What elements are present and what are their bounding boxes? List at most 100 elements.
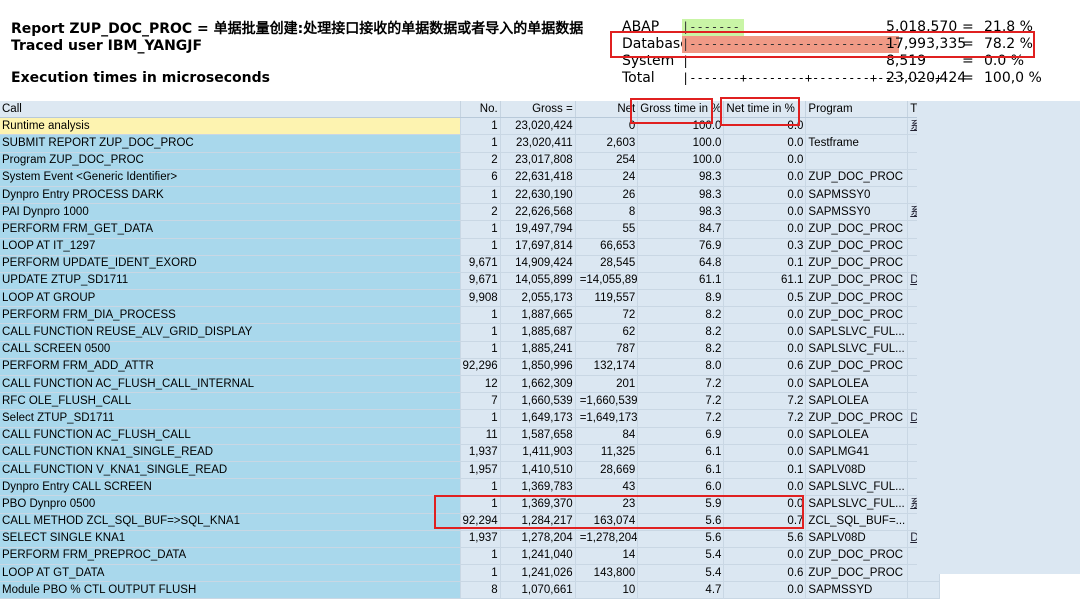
cell-net: = 1,660,539 bbox=[575, 392, 639, 411]
table-row[interactable]: UPDATE ZTUP_SD1711 9,671 14,055,899 = 14,055… bbox=[0, 272, 940, 291]
table-row[interactable]: LOOP AT IT_1297 1 17,697,814 66,653 76.9 0.3 Z… bbox=[0, 238, 940, 256]
net-value: 787 bbox=[616, 343, 636, 356]
cell-net: 0 bbox=[575, 117, 639, 136]
cell-net-pct: 7.2 bbox=[723, 409, 807, 428]
cell-gross-pct: 5.4 bbox=[637, 547, 725, 566]
net-value: 28,669 bbox=[600, 463, 636, 476]
cell-call: CALL FUNCTION AC_FLUSH_CALL bbox=[0, 427, 461, 445]
cell-call: PERFORM FRM_GET_DATA bbox=[0, 220, 461, 239]
cell-gross-pct: 100.0 bbox=[637, 134, 725, 153]
cell-program bbox=[805, 152, 909, 170]
cell-no: 1 bbox=[460, 306, 501, 325]
table-row[interactable]: PERFORM UPDATE_IDENT_EXORD 9,671 14,909,42… bbox=[0, 255, 940, 273]
cell-call: Program ZUP_DOC_PROC bbox=[0, 152, 461, 170]
cell-net-pct: 0.6 bbox=[723, 358, 807, 377]
cell-no: 8 bbox=[460, 581, 501, 599]
table-row[interactable]: CALL FUNCTION REUSE_ALV_GRID_DISPLAY 1 1,8… bbox=[0, 323, 940, 342]
cell-gross: 1,887,665 bbox=[500, 306, 576, 325]
cell-program: ZUP_DOC_PROC bbox=[805, 358, 909, 377]
cell-type bbox=[907, 581, 940, 599]
table-row[interactable]: CALL FUNCTION V_KNA1_SINGLE_READ 1,957 1,4… bbox=[0, 461, 940, 480]
column-header-gross[interactable]: Gross = bbox=[500, 101, 576, 119]
cell-no: 11 bbox=[460, 427, 501, 445]
column-header-program[interactable]: Program bbox=[805, 101, 909, 119]
cell-net: 8 bbox=[575, 203, 639, 222]
table-row[interactable]: LOOP AT GROUP 9,908 2,055,173 119,557 8.9 0.5… bbox=[0, 289, 940, 308]
table-row[interactable]: PAI Dynpro 1000 2 22,626,568 8 98.3 0.0 SAPMSS… bbox=[0, 203, 940, 222]
column-header-net-pct[interactable]: Net time in % bbox=[723, 101, 807, 119]
table-row[interactable]: System Event <Generic Identifier> 6 22,631… bbox=[0, 169, 940, 187]
cell-no: 1 bbox=[460, 409, 501, 428]
column-header-net[interactable]: Net bbox=[575, 101, 639, 119]
net-value: 10 bbox=[622, 583, 636, 596]
cell-gross: 17,697,814 bbox=[500, 238, 576, 256]
stat-value: 5,018,570 bbox=[886, 19, 958, 35]
table-row[interactable]: PERFORM FRM_GET_DATA 1 19,497,794 55 84.7 0.0… bbox=[0, 220, 940, 239]
execution-times-label: Execution times in microseconds bbox=[11, 70, 270, 86]
column-header-call[interactable]: Call bbox=[0, 101, 461, 119]
net-value: 201 bbox=[616, 377, 636, 390]
table-row[interactable]: SUBMIT REPORT ZUP_DOC_PROC 1 23,020,411 2,6… bbox=[0, 134, 940, 153]
cell-net: 55 bbox=[575, 220, 639, 239]
cell-gross-pct: 8.2 bbox=[637, 306, 725, 325]
cell-net-pct: 0.0 bbox=[723, 169, 807, 187]
cell-program: SAPLOLEA bbox=[805, 392, 909, 411]
cell-gross: 1,850,996 bbox=[500, 358, 576, 377]
cell-gross: 1,369,370 bbox=[500, 495, 576, 514]
cell-net: 72 bbox=[575, 306, 639, 325]
table-row[interactable]: Module PBO % CTL OUTPUT FLUSH 8 1,070,661 1… bbox=[0, 581, 940, 599]
table-row[interactable]: LOOP AT GT_DATA 1 1,241,026 143,800 5.4 0.6 ZU… bbox=[0, 564, 940, 583]
hit-list-table: Call No. Gross = Net Gross time in % Net… bbox=[0, 101, 940, 599]
column-header-gross-pct[interactable]: Gross time in % bbox=[637, 101, 725, 119]
table-row[interactable]: Dynpro Entry PROCESS DARK 1 22,630,190 26 98… bbox=[0, 186, 940, 205]
cell-net: 23 bbox=[575, 495, 639, 514]
net-value: 143,800 bbox=[593, 566, 636, 579]
table-row[interactable]: CALL SCREEN 0500 1 1,885,241 787 8.2 0.0 SAPLS… bbox=[0, 341, 940, 359]
table-row[interactable]: PERFORM FRM_DIA_PROCESS 1 1,887,665 72 8.2 0.… bbox=[0, 306, 940, 325]
stat-eq: = bbox=[962, 53, 974, 69]
cell-net-pct: 0.0 bbox=[723, 341, 807, 359]
table-row[interactable]: CALL FUNCTION AC_FLUSH_CALL 11 1,587,658 84… bbox=[0, 427, 940, 445]
cell-program: ZUP_DOC_PROC bbox=[805, 220, 909, 239]
net-value: 1,649,173 bbox=[586, 411, 638, 424]
table-row[interactable]: PBO Dynpro 0500 1 1,369,370 23 5.9 0.0 SAPLSLV… bbox=[0, 495, 940, 514]
cell-call: PERFORM FRM_DIA_PROCESS bbox=[0, 306, 461, 325]
table-row[interactable]: Runtime analysis123,020,4240100.00.0系统 bbox=[0, 117, 940, 136]
cell-net-pct: 0.7 bbox=[723, 513, 807, 531]
cell-gross-pct: 5.9 bbox=[637, 495, 725, 514]
cell-net: 66,653 bbox=[575, 238, 639, 256]
table-row[interactable]: Select ZTUP_SD1711 1 1,649,173 = 1,649,173 7.… bbox=[0, 409, 940, 428]
table-row[interactable]: PERFORM FRM_PREPROC_DATA 1 1,241,040 14 5.4 0… bbox=[0, 547, 940, 566]
cell-net-pct: 0.0 bbox=[723, 547, 807, 566]
table-row[interactable]: PERFORM FRM_ADD_ATTR 92,296 1,850,996 132,1… bbox=[0, 358, 940, 377]
cell-program: SAPLV08D bbox=[805, 530, 909, 548]
table-row[interactable]: CALL METHOD ZCL_SQL_BUF=>SQL_KNA1 92,294 1… bbox=[0, 513, 940, 531]
cell-gross-pct: 7.2 bbox=[637, 375, 725, 394]
table-row[interactable]: Dynpro Entry CALL SCREEN 1 1,369,783 43 6.0 0… bbox=[0, 478, 940, 497]
cell-net: 254 bbox=[575, 152, 639, 170]
net-value: 8 bbox=[628, 205, 636, 218]
column-header-no[interactable]: No. bbox=[460, 101, 501, 119]
cell-program: SAPLV08D bbox=[805, 461, 909, 480]
cell-net-pct: 61.1 bbox=[723, 272, 807, 291]
cell-call: CALL FUNCTION AC_FLUSH_CALL_INTERNAL bbox=[0, 375, 461, 394]
cell-gross: 1,070,661 bbox=[500, 581, 576, 599]
cell-gross: 1,660,539 bbox=[500, 392, 576, 411]
table-row[interactable]: RFC OLE_FLUSH_CALL 7 1,660,539 = 1,660,539 7.… bbox=[0, 392, 940, 411]
cell-net: 62 bbox=[575, 323, 639, 342]
cell-gross: 1,284,217 bbox=[500, 513, 576, 531]
cell-program: SAPLOLEA bbox=[805, 427, 909, 445]
table-row[interactable]: Program ZUP_DOC_PROC 2 23,017,808 254 100.0 0… bbox=[0, 152, 940, 170]
cell-program: ZUP_DOC_PROC bbox=[805, 547, 909, 566]
cell-program: ZUP_DOC_PROC bbox=[805, 255, 909, 273]
cell-program: SAPLMG41 bbox=[805, 444, 909, 462]
cell-no: 1 bbox=[460, 186, 501, 205]
cell-no: 1 bbox=[460, 478, 501, 497]
table-row[interactable]: SELECT SINGLE KNA1 1,937 1,278,204 = 1,278,2… bbox=[0, 530, 940, 548]
cell-net: = 1,278,204 bbox=[575, 530, 639, 548]
cell-gross-pct: 7.2 bbox=[637, 392, 725, 411]
table-row[interactable]: CALL FUNCTION KNA1_SINGLE_READ 1,937 1,411… bbox=[0, 444, 940, 462]
net-value: 254 bbox=[616, 154, 636, 167]
cell-net: 119,557 bbox=[575, 289, 639, 308]
table-row[interactable]: CALL FUNCTION AC_FLUSH_CALL_INTERNAL 12 1,… bbox=[0, 375, 940, 394]
